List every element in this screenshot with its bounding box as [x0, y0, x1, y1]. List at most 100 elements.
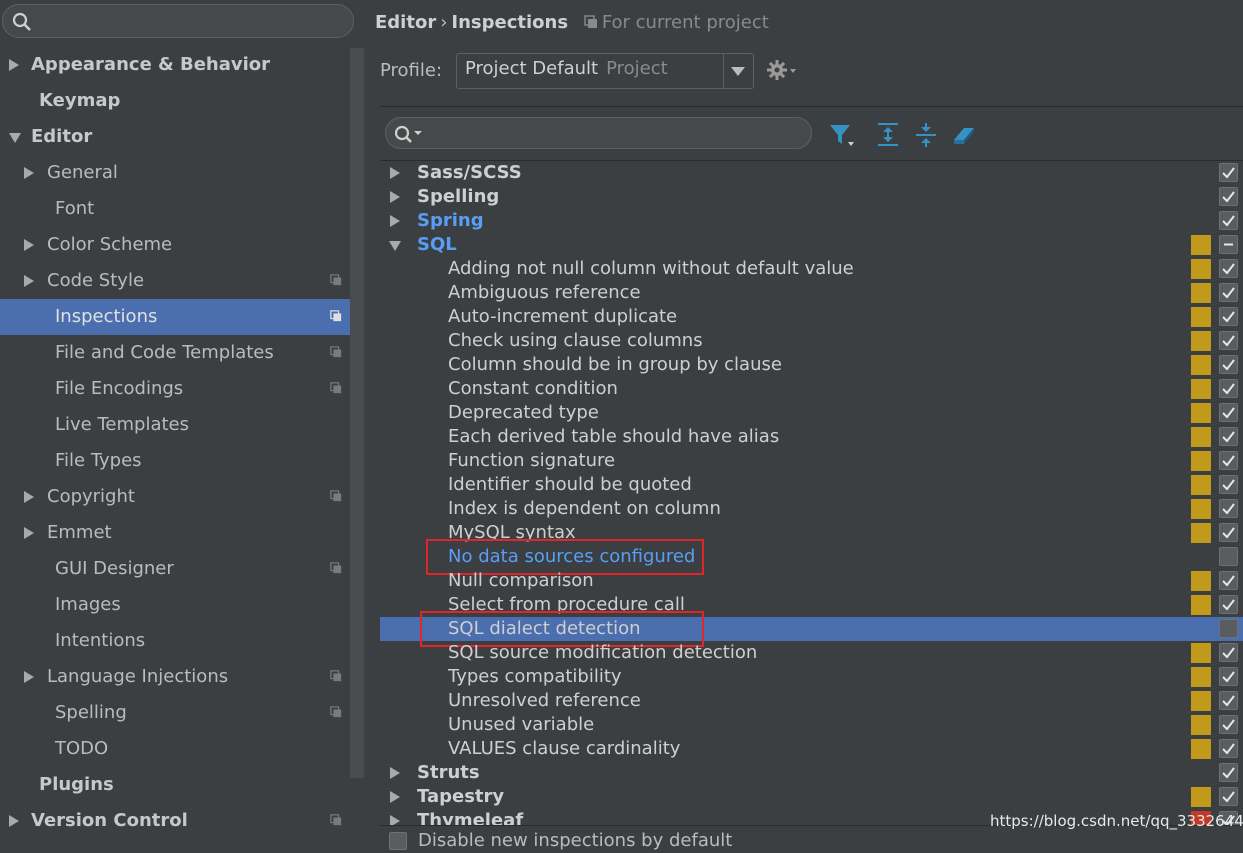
- profile-select[interactable]: Project Default Project: [456, 53, 754, 89]
- sidebar-item-version-control[interactable]: Version Control: [0, 803, 350, 839]
- tree-category-tapestry[interactable]: Tapestry: [380, 785, 1243, 809]
- tree-inspection-each-derived-table-should-have-alias[interactable]: Each derived table should have alias: [380, 425, 1243, 449]
- tree-inspection-values-clause-cardinality[interactable]: VALUES clause cardinality: [380, 737, 1243, 761]
- sidebar-item-file-and-code-templates[interactable]: File and Code Templates: [0, 335, 350, 371]
- inspection-enabled-checkbox[interactable]: [1219, 666, 1238, 686]
- collapsed-arrow-icon[interactable]: [9, 59, 19, 71]
- inspection-enabled-checkbox[interactable]: [1219, 282, 1238, 302]
- inspection-search-input[interactable]: [385, 117, 812, 149]
- tree-inspection-unresolved-reference[interactable]: Unresolved reference: [380, 689, 1243, 713]
- inspection-enabled-checkbox[interactable]: [1219, 330, 1238, 350]
- tree-inspection-deprecated-type[interactable]: Deprecated type: [380, 401, 1243, 425]
- tree-category-spelling[interactable]: Spelling: [380, 185, 1243, 209]
- expanded-arrow-icon[interactable]: [9, 133, 21, 143]
- inspection-enabled-checkbox[interactable]: [1219, 618, 1238, 638]
- inspection-enabled-checkbox[interactable]: [1219, 594, 1238, 614]
- collapsed-arrow-icon[interactable]: [24, 491, 34, 503]
- tree-inspection-identifier-should-be-quoted[interactable]: Identifier should be quoted: [380, 473, 1243, 497]
- inspection-enabled-checkbox[interactable]: [1219, 642, 1238, 662]
- sidebar-item-intentions[interactable]: Intentions: [0, 623, 350, 659]
- collapsed-arrow-icon[interactable]: [24, 527, 34, 539]
- inspection-enabled-checkbox[interactable]: [1219, 714, 1238, 734]
- tree-inspection-check-using-clause-columns[interactable]: Check using clause columns: [380, 329, 1243, 353]
- settings-search-input[interactable]: [2, 4, 354, 38]
- inspection-enabled-checkbox[interactable]: [1219, 402, 1238, 422]
- tree-inspection-ambiguous-reference[interactable]: Ambiguous reference: [380, 281, 1243, 305]
- inspection-enabled-checkbox[interactable]: [1219, 522, 1238, 542]
- sidebar-scrollbar[interactable]: [350, 48, 364, 778]
- tree-category-sql[interactable]: SQL: [380, 233, 1243, 257]
- inspection-enabled-checkbox[interactable]: [1219, 498, 1238, 518]
- sidebar-item-emmet[interactable]: Emmet: [0, 515, 350, 551]
- tree-inspection-auto-increment-duplicate[interactable]: Auto-increment duplicate: [380, 305, 1243, 329]
- sidebar-item-live-templates[interactable]: Live Templates: [0, 407, 350, 443]
- tree-inspection-function-signature[interactable]: Function signature: [380, 449, 1243, 473]
- sidebar-item-copyright[interactable]: Copyright: [0, 479, 350, 515]
- collapsed-arrow-icon[interactable]: [390, 766, 400, 779]
- gear-icon[interactable]: [766, 58, 798, 84]
- inspection-enabled-checkbox[interactable]: [1219, 786, 1238, 806]
- tree-category-spring[interactable]: Spring: [380, 209, 1243, 233]
- inspections-tree[interactable]: Sass/SCSS Spelling Spring SQL Adding not nul…: [380, 160, 1243, 826]
- tree-inspection-types-compatibility[interactable]: Types compatibility: [380, 665, 1243, 689]
- collapsed-arrow-icon[interactable]: [24, 671, 34, 683]
- inspection-enabled-checkbox[interactable]: [1219, 354, 1238, 374]
- sidebar-item-language-injections[interactable]: Language Injections: [0, 659, 350, 695]
- sidebar-item-editor[interactable]: Editor: [0, 119, 350, 155]
- inspection-enabled-checkbox[interactable]: [1219, 234, 1238, 254]
- collapsed-arrow-icon[interactable]: [24, 239, 34, 251]
- inspection-enabled-checkbox[interactable]: [1219, 426, 1238, 446]
- sidebar-item-inspections[interactable]: Inspections: [0, 299, 364, 335]
- sidebar-item-keymap[interactable]: Keymap: [0, 83, 350, 119]
- sidebar-item-gui-designer[interactable]: GUI Designer: [0, 551, 350, 587]
- inspection-enabled-checkbox[interactable]: [1219, 690, 1238, 710]
- inspection-enabled-checkbox[interactable]: [1219, 450, 1238, 470]
- collapsed-arrow-icon[interactable]: [390, 790, 400, 803]
- sidebar-item-file-encodings[interactable]: File Encodings: [0, 371, 350, 407]
- collapsed-arrow-icon[interactable]: [24, 275, 34, 287]
- inspection-enabled-checkbox[interactable]: [1219, 762, 1238, 782]
- tree-inspection-adding-not-null-column-without-default-value[interactable]: Adding not null column without default v…: [380, 257, 1243, 281]
- expand-all-icon[interactable]: [876, 122, 900, 148]
- sidebar-item-images[interactable]: Images: [0, 587, 350, 623]
- chevron-down-icon[interactable]: [731, 67, 745, 76]
- tree-inspection-column-should-be-in-group-by-clause[interactable]: Column should be in group by clause: [380, 353, 1243, 377]
- sidebar-item-color-scheme[interactable]: Color Scheme: [0, 227, 350, 263]
- tree-inspection-sql-source-modification-detection[interactable]: SQL source modification detection: [380, 641, 1243, 665]
- filter-icon[interactable]: [828, 122, 858, 148]
- inspection-enabled-checkbox[interactable]: [1219, 378, 1238, 398]
- tree-inspection-index-is-dependent-on-column[interactable]: Index is dependent on column: [380, 497, 1243, 521]
- expanded-arrow-icon[interactable]: [389, 240, 401, 251]
- tree-inspection-null-comparison[interactable]: Null comparison: [380, 569, 1243, 593]
- severity-warning-icon: [1191, 522, 1211, 543]
- sidebar-item-plugins[interactable]: Plugins: [0, 767, 350, 803]
- inspection-enabled-checkbox[interactable]: [1219, 474, 1238, 494]
- inspection-enabled-checkbox[interactable]: [1219, 546, 1238, 566]
- inspection-enabled-checkbox[interactable]: [1219, 738, 1238, 758]
- collapsed-arrow-icon[interactable]: [390, 214, 400, 227]
- tree-inspection-unused-variable[interactable]: Unused variable: [380, 713, 1243, 737]
- collapsed-arrow-icon[interactable]: [9, 815, 19, 827]
- tree-inspection-constant-condition[interactable]: Constant condition: [380, 377, 1243, 401]
- collapse-all-icon[interactable]: [914, 122, 938, 148]
- inspection-enabled-checkbox[interactable]: [1219, 258, 1238, 278]
- eraser-icon[interactable]: [950, 122, 978, 148]
- inspection-enabled-checkbox[interactable]: [1219, 162, 1238, 182]
- sidebar-item-file-types[interactable]: File Types: [0, 443, 350, 479]
- sidebar-item-code-style[interactable]: Code Style: [0, 263, 350, 299]
- sidebar-item-spelling[interactable]: Spelling: [0, 695, 350, 731]
- inspection-enabled-checkbox[interactable]: [1219, 306, 1238, 326]
- inspection-enabled-checkbox[interactable]: [1219, 210, 1238, 230]
- disable-new-inspections-checkbox[interactable]: [389, 832, 407, 850]
- tree-category-sass-scss[interactable]: Sass/SCSS: [380, 161, 1243, 185]
- collapsed-arrow-icon[interactable]: [24, 167, 34, 179]
- sidebar-item-appearance-behavior[interactable]: Appearance & Behavior: [0, 47, 350, 83]
- inspection-enabled-checkbox[interactable]: [1219, 186, 1238, 206]
- inspection-enabled-checkbox[interactable]: [1219, 570, 1238, 590]
- sidebar-item-general[interactable]: General: [0, 155, 350, 191]
- collapsed-arrow-icon[interactable]: [390, 190, 400, 203]
- collapsed-arrow-icon[interactable]: [390, 166, 400, 179]
- tree-category-struts[interactable]: Struts: [380, 761, 1243, 785]
- sidebar-item-font[interactable]: Font: [0, 191, 350, 227]
- sidebar-item-todo[interactable]: TODO: [0, 731, 350, 767]
